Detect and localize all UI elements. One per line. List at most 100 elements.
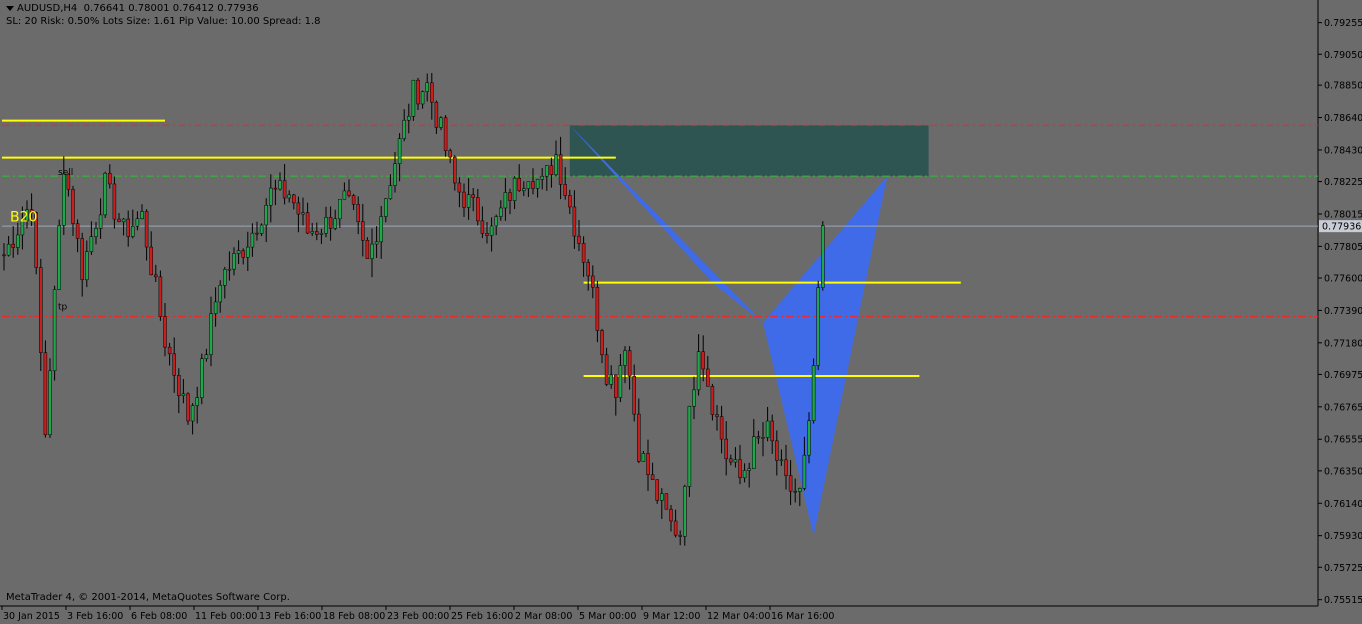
candle-body[interactable] <box>747 468 751 471</box>
candle-body[interactable] <box>724 438 728 460</box>
candle-body[interactable] <box>568 195 572 208</box>
candle-body[interactable] <box>775 440 779 461</box>
candle-body[interactable] <box>315 231 319 235</box>
candle-body[interactable] <box>62 173 66 226</box>
candle-body[interactable] <box>471 194 475 198</box>
candle-body[interactable] <box>351 195 356 205</box>
candle-body[interactable] <box>278 180 282 190</box>
candle-body[interactable] <box>209 313 213 355</box>
candle-body[interactable] <box>232 253 236 270</box>
candle-body[interactable] <box>466 194 471 208</box>
candle-body[interactable] <box>710 386 715 415</box>
candle-body[interactable] <box>131 225 135 237</box>
candle-body[interactable] <box>85 251 89 281</box>
candle-body[interactable] <box>126 218 130 237</box>
candle-body[interactable] <box>816 287 820 366</box>
candle-body[interactable] <box>655 479 659 501</box>
candle-body[interactable] <box>52 289 57 372</box>
collapse-triangle-icon[interactable] <box>6 5 14 11</box>
candle-body[interactable] <box>296 202 301 215</box>
candle-body[interactable] <box>719 416 724 440</box>
candle-body[interactable] <box>802 454 807 489</box>
candle-body[interactable] <box>784 459 788 476</box>
candle-body[interactable] <box>499 207 503 217</box>
supply-zone[interactable] <box>569 125 929 177</box>
candle-body[interactable] <box>301 212 305 215</box>
candle-body[interactable] <box>269 187 273 206</box>
candle-body[interactable] <box>522 188 526 192</box>
candle-body[interactable] <box>328 217 333 229</box>
candle-body[interactable] <box>660 493 664 501</box>
candle-body[interactable] <box>623 350 627 366</box>
candle-body[interactable] <box>223 269 227 286</box>
candle-body[interactable] <box>75 223 80 239</box>
candle-body[interactable] <box>476 197 480 222</box>
candle-body[interactable] <box>259 224 264 234</box>
candle-body[interactable] <box>664 493 669 510</box>
candle-body[interactable] <box>57 225 61 290</box>
candle-body[interactable] <box>338 198 342 220</box>
candle-body[interactable] <box>388 185 393 199</box>
candle-body[interactable] <box>696 351 701 391</box>
candle-body[interactable] <box>788 475 793 492</box>
candle-body[interactable] <box>407 116 411 121</box>
candle-body[interactable] <box>609 374 613 385</box>
candle-body[interactable] <box>577 235 581 244</box>
candle-body[interactable] <box>604 354 609 385</box>
candle-body[interactable] <box>172 353 176 376</box>
pattern-bcd-triangle[interactable] <box>763 176 888 536</box>
candle-body[interactable] <box>98 214 103 229</box>
candle-body[interactable] <box>434 101 439 128</box>
candle-body[interactable] <box>761 437 765 439</box>
candle-body[interactable] <box>669 508 673 522</box>
candle-body[interactable] <box>558 154 563 185</box>
candle-body[interactable] <box>595 287 600 331</box>
candle-body[interactable] <box>646 453 650 476</box>
candle-body[interactable] <box>793 490 797 493</box>
candle-body[interactable] <box>729 458 733 463</box>
candle-body[interactable] <box>94 228 98 237</box>
candle-body[interactable] <box>770 420 774 442</box>
candle-body[interactable] <box>213 301 218 314</box>
candle-body[interactable] <box>200 358 204 398</box>
candle-body[interactable] <box>384 198 388 217</box>
candle-body[interactable] <box>11 243 15 248</box>
candle-body[interactable] <box>526 181 531 189</box>
candle-body[interactable] <box>811 365 816 422</box>
candle-body[interactable] <box>333 218 337 229</box>
candle-body[interactable] <box>287 194 291 199</box>
candle-body[interactable] <box>618 365 623 398</box>
candle-body[interactable] <box>807 420 811 456</box>
candle-body[interactable] <box>103 172 107 216</box>
candle-body[interactable] <box>641 453 646 462</box>
candle-body[interactable] <box>494 216 498 227</box>
candle-body[interactable] <box>393 163 397 186</box>
candle-body[interactable] <box>6 243 11 256</box>
candle-body[interactable] <box>821 225 825 288</box>
candle-body[interactable] <box>420 91 425 105</box>
candle-body[interactable] <box>117 218 121 222</box>
chart-window[interactable]: B20 sell tp 0.79255 0.79050 0.78850 0.78640 0.7… <box>0 0 1362 624</box>
candle-body[interactable] <box>227 268 232 271</box>
candle-body[interactable] <box>554 154 558 175</box>
candle-body[interactable] <box>540 175 544 180</box>
candle-body[interactable] <box>779 459 784 462</box>
candle-body[interactable] <box>738 459 742 479</box>
candle-body[interactable] <box>448 150 452 158</box>
candle-body[interactable] <box>756 436 761 439</box>
candle-body[interactable] <box>545 165 549 177</box>
candle-body[interactable] <box>16 234 20 248</box>
candle-body[interactable] <box>439 117 443 128</box>
candle-body[interactable] <box>742 470 747 479</box>
candle-body[interactable] <box>715 414 719 417</box>
candle-body[interactable] <box>236 250 241 254</box>
candle-body[interactable] <box>181 393 186 396</box>
candle-body[interactable] <box>411 79 416 117</box>
candle-body[interactable] <box>733 459 738 463</box>
candle-body[interactable] <box>462 191 466 208</box>
candle-body[interactable] <box>255 232 259 235</box>
candle-body[interactable] <box>508 192 512 201</box>
candle-body[interactable] <box>572 206 577 237</box>
candle-body[interactable] <box>2 254 6 257</box>
candle-body[interactable] <box>319 232 324 235</box>
